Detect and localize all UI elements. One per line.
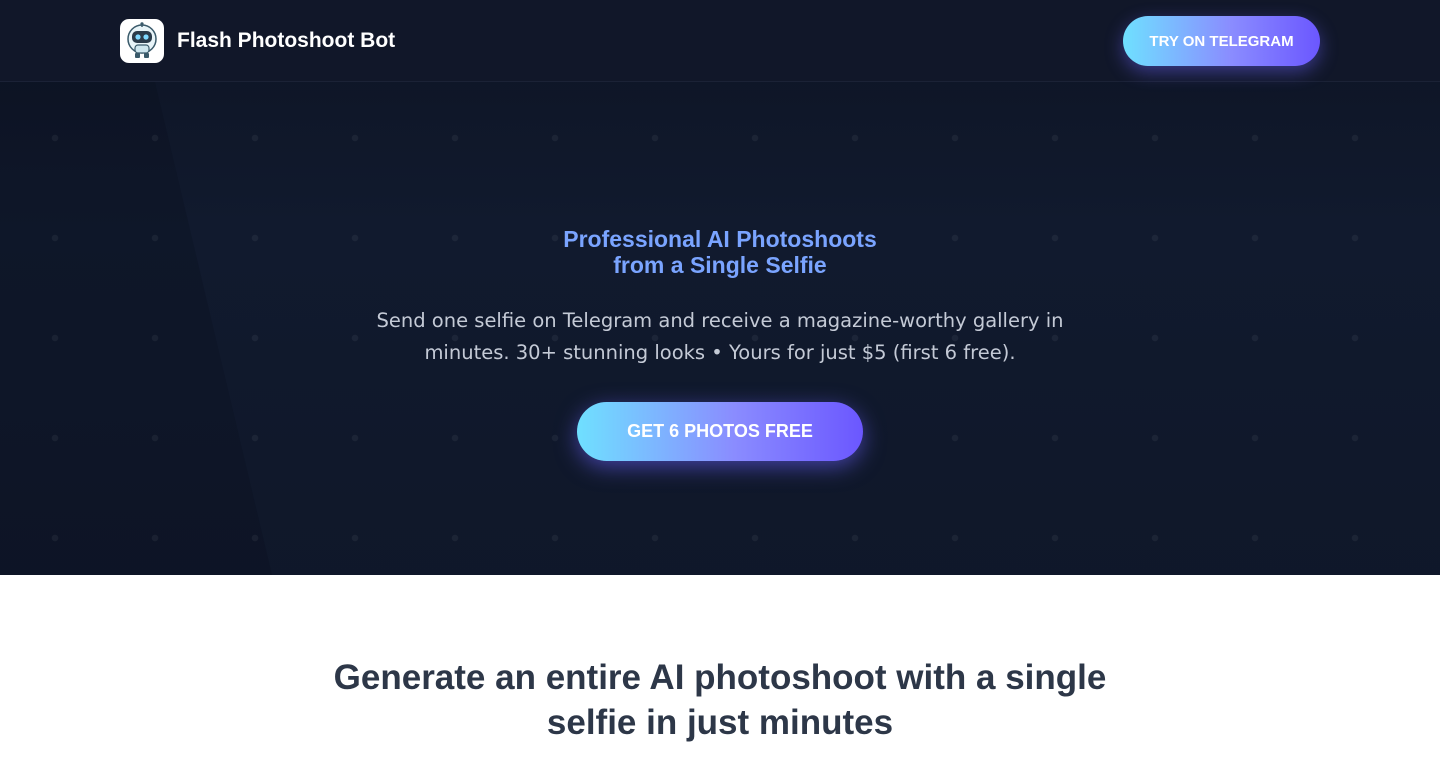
site-header: Flash Photoshoot Bot TRY ON TELEGRAM (0, 0, 1440, 82)
hero-subtitle: Send one selfie on Telegram and receive … (360, 305, 1080, 369)
page: Flash Photoshoot Bot TRY ON TELEGRAM Pro… (0, 0, 1440, 761)
section-heading: Generate an entire AI photoshoot with a … (300, 655, 1140, 745)
brand[interactable]: Flash Photoshoot Bot (120, 19, 395, 63)
hero-title-line-2: from a Single Selfie (613, 252, 827, 278)
robot-icon (120, 19, 164, 63)
hero-subtitle-line-2: minutes. 30+ stunning looks • Yours for … (424, 341, 1016, 364)
try-on-telegram-button[interactable]: TRY ON TELEGRAM (1123, 16, 1320, 66)
hero-title: Professional AI Photoshoots from a Singl… (420, 226, 1020, 278)
hero-title-line-1: Professional AI Photoshoots (563, 226, 877, 252)
section-heading-line-2: selfie in just minutes (546, 703, 894, 742)
hero-section: Professional AI Photoshoots from a Singl… (0, 82, 1440, 575)
get-free-photos-button[interactable]: GET 6 PHOTOS FREE (577, 402, 863, 461)
hero-subtitle-line-1: Send one selfie on Telegram and receive … (376, 309, 1064, 332)
features-section: Generate an entire AI photoshoot with a … (0, 575, 1440, 761)
brand-name: Flash Photoshoot Bot (177, 29, 396, 52)
section-heading-line-1: Generate an entire AI photoshoot with a … (333, 658, 1107, 697)
